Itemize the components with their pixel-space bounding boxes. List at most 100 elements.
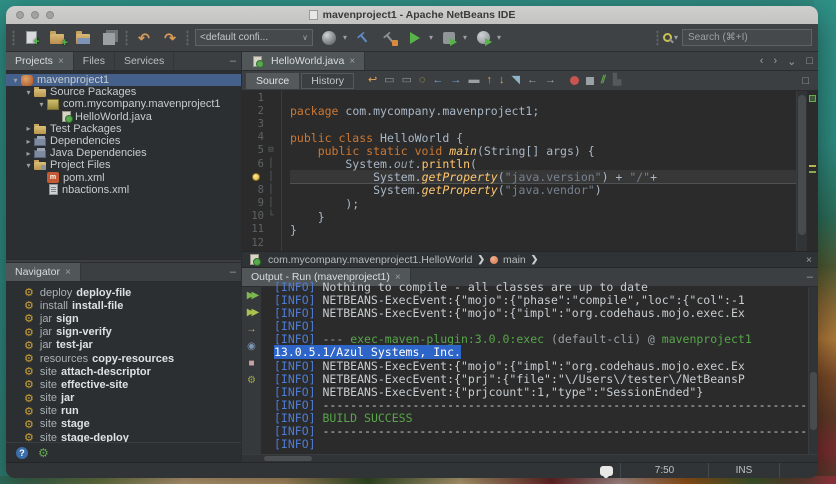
tree-item-java-dependencies[interactable]: ▸Java Dependencies [6, 147, 241, 159]
jump-back-icon[interactable]: ▭ [384, 75, 394, 86]
next-bookmark-icon[interactable]: ↓ [499, 75, 505, 86]
run-again-icon[interactable]: → [247, 325, 257, 335]
tab-list-button[interactable]: ⌄ [782, 52, 801, 70]
undo-button[interactable]: ↶ [134, 28, 154, 48]
tab-navigator[interactable]: Navigator× [6, 263, 81, 281]
fold-marker[interactable]: │ [264, 172, 278, 182]
clean-and-build-button[interactable]: T [379, 28, 399, 48]
editor-scrollbar[interactable] [796, 91, 807, 251]
debug-project-button[interactable] [439, 28, 459, 48]
start-macro-recording-icon[interactable] [570, 76, 579, 85]
maximize-editor-button[interactable]: □ [801, 52, 818, 70]
hint-lightbulb-icon[interactable] [252, 173, 260, 181]
hint-mark[interactable] [809, 165, 816, 167]
notifications-icon[interactable] [600, 466, 613, 476]
navigator-item-jar-sign-verify[interactable]: ⚙jarsign-verify [6, 326, 241, 339]
navigator-item-site-jar[interactable]: ⚙sitejar [6, 392, 241, 405]
tab-files[interactable]: Files [74, 52, 115, 70]
hint-mark[interactable] [809, 171, 816, 173]
profile-project-button[interactable] [473, 28, 493, 48]
navigator-item-resources-copy-resources[interactable]: ⚙resourcescopy-resources [6, 352, 241, 365]
navigator-item-site-stage-deploy[interactable]: ⚙sitestage-deploy [6, 431, 241, 442]
redo-button[interactable]: ↷ [160, 28, 180, 48]
stop-macro-recording-icon[interactable] [586, 77, 594, 85]
fold-marker[interactable]: │ [264, 159, 278, 169]
back-icon[interactable]: ← [527, 75, 538, 86]
fold-marker[interactable]: │ [264, 198, 278, 208]
fold-marker[interactable]: │ [264, 185, 278, 195]
scrollbar-thumb[interactable] [810, 372, 817, 430]
stop-run-icon[interactable]: ■ [248, 359, 254, 369]
scroll-tabs-left-button[interactable]: ‹ [755, 52, 769, 70]
tree-item-mavenproject1[interactable]: ▾mavenproject1 [6, 74, 241, 86]
maximize-editor-button[interactable]: □ [797, 75, 814, 87]
fold-marker[interactable]: ⊟ [264, 145, 278, 155]
close-icon[interactable]: × [349, 56, 355, 67]
help-icon[interactable]: ? [16, 447, 28, 459]
tree-item-test-packages[interactable]: ▸Test Packages [6, 123, 241, 135]
toggle-bookmark-icon[interactable]: ◥ [512, 75, 520, 86]
next-occurrence-icon[interactable]: → [451, 75, 462, 86]
forward-icon[interactable]: → [545, 75, 556, 86]
new-file-button[interactable] [21, 28, 41, 48]
tab-helloworld-java[interactable]: HelloWorld.java× [242, 52, 365, 70]
rerun-with-params-icon[interactable]: ▶▶ [247, 308, 256, 318]
previous-bookmark-icon[interactable]: ↑ [487, 75, 493, 86]
tree-item-dependencies[interactable]: ▸Dependencies [6, 135, 241, 147]
tree-toggle-icon[interactable]: ▸ [23, 149, 34, 158]
scrollbar-thumb[interactable] [264, 456, 312, 461]
close-icon[interactable]: × [58, 56, 64, 67]
tree-toggle-icon[interactable]: ▾ [23, 161, 34, 170]
navigator-item-deploy-deploy-file[interactable]: ⚙deploydeploy-file [6, 286, 241, 299]
tree-toggle-icon[interactable]: ▾ [36, 100, 47, 109]
settings-gear-icon[interactable]: ⚙ [38, 446, 49, 460]
run-project-button[interactable] [405, 28, 425, 48]
tree-item-pom-xml[interactable]: mpom.xml [6, 172, 241, 184]
tree-toggle-icon[interactable]: ▸ [23, 124, 34, 133]
tree-item-nbactions-xml[interactable]: nbactions.xml [6, 184, 241, 196]
find-selection-icon[interactable]: ◌ [419, 75, 426, 86]
jump-forward-icon[interactable]: ▭ [402, 75, 412, 86]
tree-item-helloworld-java[interactable]: HelloWorld.java [6, 111, 241, 123]
last-edited-icon[interactable]: ↩ [368, 75, 377, 86]
open-project-button[interactable] [73, 28, 93, 48]
code-area[interactable]: package com.mycompany.mavenproject1;publ… [282, 91, 796, 251]
navigator-item-install-install-file[interactable]: ⚙installinstall-file [6, 299, 241, 312]
search-input[interactable] [682, 29, 812, 46]
comment-icon[interactable]: ⫽ [601, 75, 606, 86]
scroll-tabs-right-button[interactable]: › [768, 52, 782, 70]
breadcrumb-method[interactable]: main [503, 254, 526, 266]
navigator-item-site-run[interactable]: ⚙siterun [6, 405, 241, 418]
history-view-button[interactable]: History [301, 73, 354, 89]
fold-marker[interactable]: └ [264, 211, 278, 221]
navigator-item-site-attach-descriptor[interactable]: ⚙siteattach-descriptor [6, 365, 241, 378]
tree-item-project-files[interactable]: ▾Project Files [6, 159, 241, 171]
build-project-button[interactable]: T [353, 28, 373, 48]
new-project-button[interactable] [47, 28, 67, 48]
shift-line-icon[interactable]: ▙ [613, 75, 621, 86]
minimize-panel-button[interactable]: – [225, 263, 241, 281]
toggle-highlight-icon[interactable]: ▬ [469, 75, 480, 86]
navigator-item-jar-test-jar[interactable]: ⚙jartest-jar [6, 339, 241, 352]
close-icon[interactable]: × [65, 267, 71, 278]
set-configuration-button[interactable] [319, 28, 339, 48]
project-configuration-select[interactable]: <default confi...∨ [195, 29, 313, 46]
scrollbar-thumb[interactable] [798, 95, 806, 235]
tree-item-source-packages[interactable]: ▾Source Packages [6, 86, 241, 98]
save-all-button[interactable] [99, 28, 119, 48]
tab-services[interactable]: Services [115, 52, 174, 70]
output-console[interactable]: [INFO] Nothing to compile - all classes … [262, 281, 808, 454]
tree-item-com-mycompany-mavenproject1[interactable]: ▾com.mycompany.mavenproject1 [6, 98, 241, 110]
previous-occurrence-icon[interactable]: ← [433, 75, 444, 86]
code-editor[interactable]: 12345⊟6││8│9│10└1112 package com.mycompa… [242, 91, 818, 251]
minimize-panel-button[interactable]: – [225, 52, 241, 70]
breadcrumb-class[interactable]: com.mycompany.mavenproject1.HelloWorld [268, 254, 472, 266]
output-settings-icon[interactable]: ⚙ [247, 376, 256, 386]
close-icon[interactable]: × [806, 254, 812, 266]
output-horizontal-scrollbar[interactable] [242, 454, 818, 462]
find-in-output-icon[interactable]: ◉ [247, 342, 256, 352]
source-view-button[interactable]: Source [246, 73, 299, 89]
tree-toggle-icon[interactable]: ▾ [23, 88, 34, 97]
navigator-item-site-stage[interactable]: ⚙sitestage [6, 418, 241, 431]
tab-projects[interactable]: Projects× [6, 52, 74, 70]
